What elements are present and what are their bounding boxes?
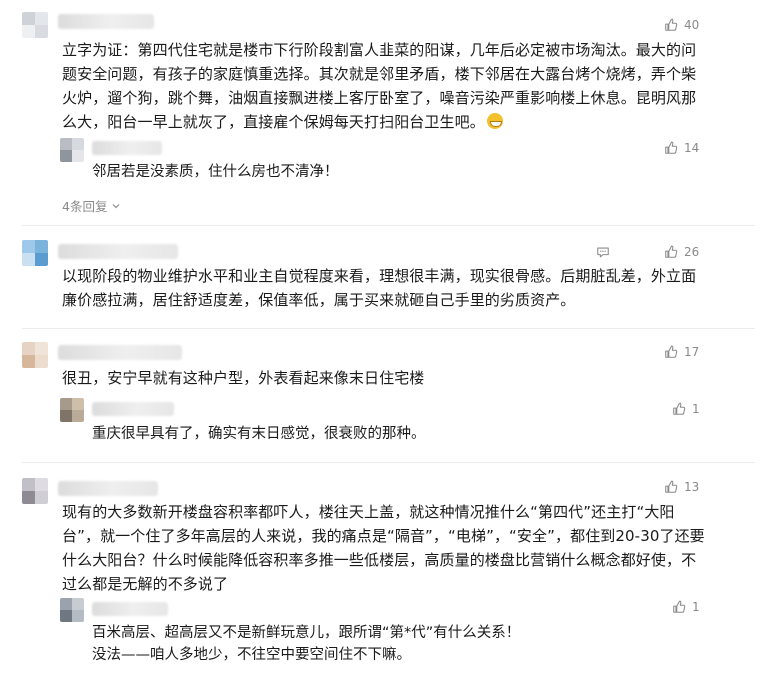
avatar[interactable] <box>60 598 84 622</box>
reply-text: 重庆很早具有了，确实有末日感觉，很衰败的那种。 <box>92 426 426 442</box>
avatar[interactable] <box>22 342 48 368</box>
comment-text: 很丑，安宁早就有这种户型，外表看起来像末日住宅楼 <box>62 369 425 387</box>
username[interactable] <box>92 402 174 416</box>
comment-text: 现有的大多数新开楼盘容积率都吓人，楼往天上盖，就这种情况推什么“第四代”还主打“… <box>62 503 705 593</box>
like-count: 17 <box>684 345 700 359</box>
username[interactable] <box>58 244 178 259</box>
like-button[interactable]: 17 <box>664 345 699 359</box>
reply-button[interactable] <box>596 245 610 259</box>
comment-text: 以现阶段的物业维护水平和业主自觉程度来看，理想很丰满，现实很骨感。后期脏乱差，外… <box>62 267 697 309</box>
thumbs-up-icon <box>664 345 678 359</box>
username[interactable] <box>58 14 154 29</box>
like-count: 14 <box>684 141 700 155</box>
reply-text-line: 没法——咱人多地少，不往空中要空间住不下嘛。 <box>92 647 411 663</box>
like-count: 26 <box>684 245 700 259</box>
username[interactable] <box>92 602 168 616</box>
like-count: 1 <box>692 402 700 416</box>
reply-text-line: 百米高层、超高层又不是新鲜玩意儿，跟所谓“第*代”有什么关系！ <box>92 625 521 641</box>
like-count: 13 <box>684 480 700 494</box>
comment-bubble-icon <box>596 245 610 259</box>
like-count: 40 <box>684 18 700 32</box>
username[interactable] <box>58 481 158 496</box>
username[interactable] <box>92 141 162 155</box>
more-replies-link[interactable]: 4条回复 <box>62 196 121 215</box>
thumbs-up-icon <box>664 480 678 494</box>
thumbs-up-icon <box>672 402 686 416</box>
divider <box>22 225 755 226</box>
like-button[interactable]: 1 <box>672 402 700 416</box>
avatar[interactable] <box>22 240 48 266</box>
thumbs-up-icon <box>672 600 686 614</box>
grinning-emoji-icon <box>486 113 503 129</box>
avatar[interactable] <box>22 478 48 504</box>
thumbs-up-icon <box>664 245 678 259</box>
like-button[interactable]: 26 <box>664 245 699 259</box>
comment-text: 立字为证：第四代住宅就是楼市下行阶段割富人韭菜的阳谋，几年后必定被市场淘汰。最大… <box>62 41 697 131</box>
like-count: 1 <box>692 600 700 614</box>
avatar[interactable] <box>22 12 48 38</box>
like-button[interactable]: 40 <box>664 18 699 32</box>
divider <box>22 328 755 329</box>
reply-text: 邻居若是没素质，住什么房也不清净！ <box>92 164 339 180</box>
chevron-down-icon <box>113 203 120 208</box>
more-replies-label: 4条回复 <box>62 199 108 214</box>
divider <box>22 462 755 463</box>
like-button[interactable]: 14 <box>664 141 699 155</box>
username[interactable] <box>58 345 182 360</box>
thumbs-up-icon <box>664 18 678 32</box>
like-button[interactable]: 13 <box>664 480 699 494</box>
avatar[interactable] <box>60 398 84 422</box>
thumbs-up-icon <box>664 141 678 155</box>
avatar[interactable] <box>60 138 84 162</box>
like-button[interactable]: 1 <box>672 600 700 614</box>
